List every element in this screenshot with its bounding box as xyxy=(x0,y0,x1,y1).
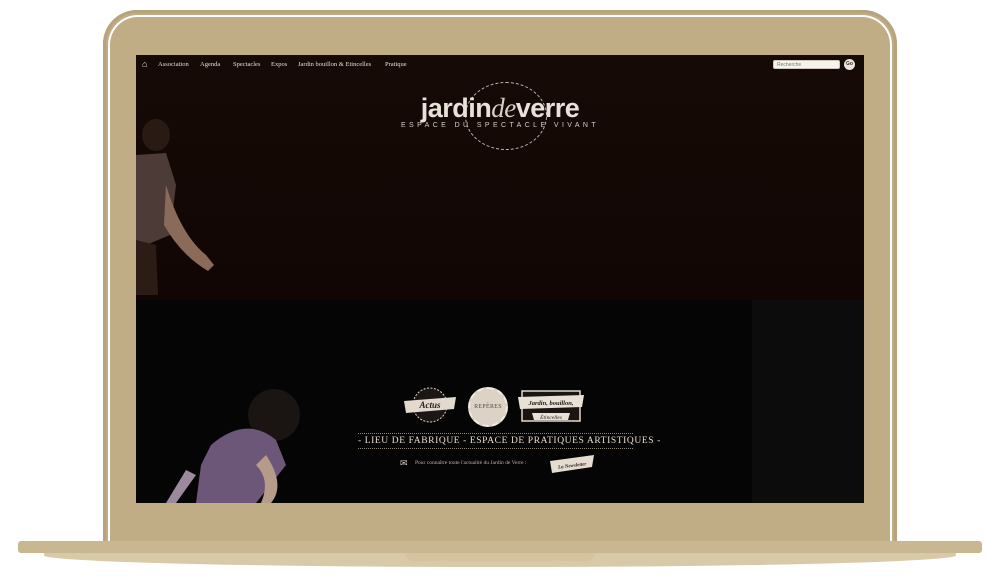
dancer-photo-bottom xyxy=(166,389,300,503)
newsletter-button[interactable]: La Newsletter xyxy=(548,453,596,475)
logo-wordmark: jardindeverre xyxy=(400,93,600,123)
nav-item-jardin-bouillon[interactable]: Jardin bouillon & Etincelles xyxy=(298,61,371,68)
nav-item-agenda[interactable]: Agenda xyxy=(200,61,220,68)
home-icon[interactable]: ⌂ xyxy=(142,59,152,69)
nav-item-association[interactable]: Association xyxy=(158,61,189,68)
tagline: - LIEU DE FABRIQUE - ESPACE DE PRATIQUES… xyxy=(358,433,660,449)
envelope-icon: ✉ xyxy=(400,458,408,468)
logo-subtitle: ESPACE DU SPECTACLE VIVANT xyxy=(400,122,600,129)
search-input[interactable]: Recherche xyxy=(773,60,840,69)
actus-badge[interactable]: Actus xyxy=(402,385,458,425)
newsletter-ribbon-icon: La Newsletter xyxy=(550,455,594,473)
search-go-button[interactable]: Go xyxy=(844,59,855,70)
laptop-base xyxy=(18,541,982,553)
logo-word-de: de xyxy=(491,93,516,123)
jardin-badge-line1: Jardin, bouillon, xyxy=(528,400,574,407)
logo-word-jardin: jardin xyxy=(420,93,492,123)
stage-backdrop xyxy=(752,300,864,503)
logo-word-verre: verre xyxy=(515,93,580,123)
newsletter-prompt: Pour connaître toute l'actualité du Jard… xyxy=(415,460,527,466)
site-logo[interactable]: jardindeverre ESPACE DU SPECTACLE VIVANT xyxy=(400,93,600,129)
nav-item-expos[interactable]: Expos xyxy=(271,61,287,68)
actus-badge-icon: Actus xyxy=(404,387,456,423)
jardin-badge-icon: Jardin, bouillon, Étincelles xyxy=(518,390,584,422)
dancer-photo-top xyxy=(136,119,214,295)
actus-label: Actus xyxy=(418,400,441,410)
nav-item-pratique[interactable]: Pratique xyxy=(385,61,407,68)
top-navigation: ⌂ Association Agenda Spectacles Expos Ja… xyxy=(136,55,864,77)
reperes-label: REPÈRES xyxy=(474,404,502,410)
jardin-bouillon-etincelles-badge[interactable]: Jardin, bouillon, Étincelles xyxy=(516,387,586,427)
reperes-badge[interactable]: REPÈRES xyxy=(468,387,508,427)
jardin-badge-line2: Étincelles xyxy=(539,413,562,421)
website-screen: ⌂ Association Agenda Spectacles Expos Ja… xyxy=(136,55,864,503)
nav-item-spectacles[interactable]: Spectacles xyxy=(233,61,260,68)
laptop-notch xyxy=(405,553,595,561)
